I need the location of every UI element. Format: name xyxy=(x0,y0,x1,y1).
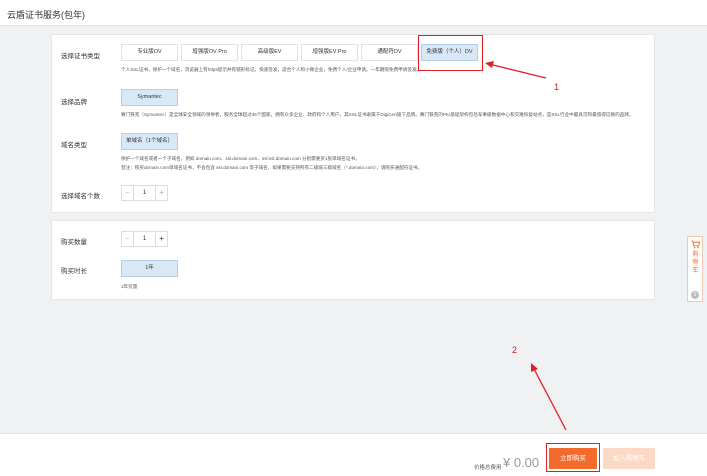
bottom-bar xyxy=(0,433,707,476)
duration-note: 1年仅量 xyxy=(121,284,138,289)
domain-type-option-single[interactable]: 单域名（1个域名） xyxy=(121,133,178,150)
cert-type-option-ev-pro[interactable]: 增强版EV Pro xyxy=(301,44,358,61)
annotation-number-2: 2 xyxy=(512,345,518,355)
quantity-increment-button[interactable]: + xyxy=(155,232,167,246)
total-price: ¥ 0.00 xyxy=(503,455,540,470)
side-cart-label: 购物车 xyxy=(692,252,699,274)
cert-type-description: 个人SSL证书，保护一个域名，浏览器上有https提示并有锁形标记。快速签发，适… xyxy=(121,67,422,72)
domain-count-label: 选择域名个数 xyxy=(61,193,100,200)
fee-label: 价格总费用 xyxy=(474,465,502,471)
side-cart-count: 0 xyxy=(691,291,699,299)
cert-type-option-ev[interactable]: 高级版EV xyxy=(241,44,298,61)
brand-description: 赛门铁克（Symantec）是全球安全领域的领导者，服务全球超过35个国家，拥有… xyxy=(121,112,634,117)
top-bar: 云盾证书服务(包年) xyxy=(0,0,707,26)
add-to-cart-button[interactable]: 加入购物车 xyxy=(603,448,655,469)
domain-type-description-1: 保护一个域名或者一个子域名，例如 domain.com、ssl.domain.c… xyxy=(121,156,360,161)
cert-type-option-ov-pro[interactable]: 增强版OV Pro xyxy=(181,44,238,61)
cert-type-option-ov[interactable]: 专业版OV xyxy=(121,44,178,61)
cart-icon xyxy=(691,240,700,249)
domain-count-value[interactable]: 1 xyxy=(134,186,155,200)
domain-count-decrement-button[interactable]: − xyxy=(122,186,134,200)
brand-label: 选择品牌 xyxy=(61,99,87,106)
annotation-box-buy-now xyxy=(546,443,600,472)
annotation-box-free-cert xyxy=(418,35,483,71)
brand-option-symantec[interactable]: Symantec xyxy=(121,89,178,106)
domain-count-stepper: − 1 + xyxy=(121,185,168,201)
domain-count-increment-button[interactable]: + xyxy=(155,186,167,200)
domain-type-description-2: 登注：购买domain.com单域名证书，不会包含 ssl.domain.com… xyxy=(121,165,423,170)
quantity-value[interactable]: 1 xyxy=(134,232,155,246)
quantity-label: 购买数量 xyxy=(61,239,87,246)
domain-type-label: 域名类型 xyxy=(61,142,87,149)
duration-label: 购买时长 xyxy=(61,268,87,275)
side-cart[interactable]: 购物车 0 xyxy=(687,236,703,302)
cert-type-option-wildcard-dv[interactable]: 通配符DV xyxy=(361,44,418,61)
annotation-arrow-2 xyxy=(532,366,567,431)
duration-option-1-year[interactable]: 1年 xyxy=(121,260,178,277)
quantity-stepper: − 1 + xyxy=(121,231,168,247)
cert-type-label: 选择证书类型 xyxy=(61,53,100,60)
annotation-arrowhead-2 xyxy=(531,363,538,372)
page-title: 云盾证书服务(包年) xyxy=(7,10,85,20)
quantity-decrement-button[interactable]: − xyxy=(122,232,134,246)
annotation-number-1: 1 xyxy=(554,82,560,92)
